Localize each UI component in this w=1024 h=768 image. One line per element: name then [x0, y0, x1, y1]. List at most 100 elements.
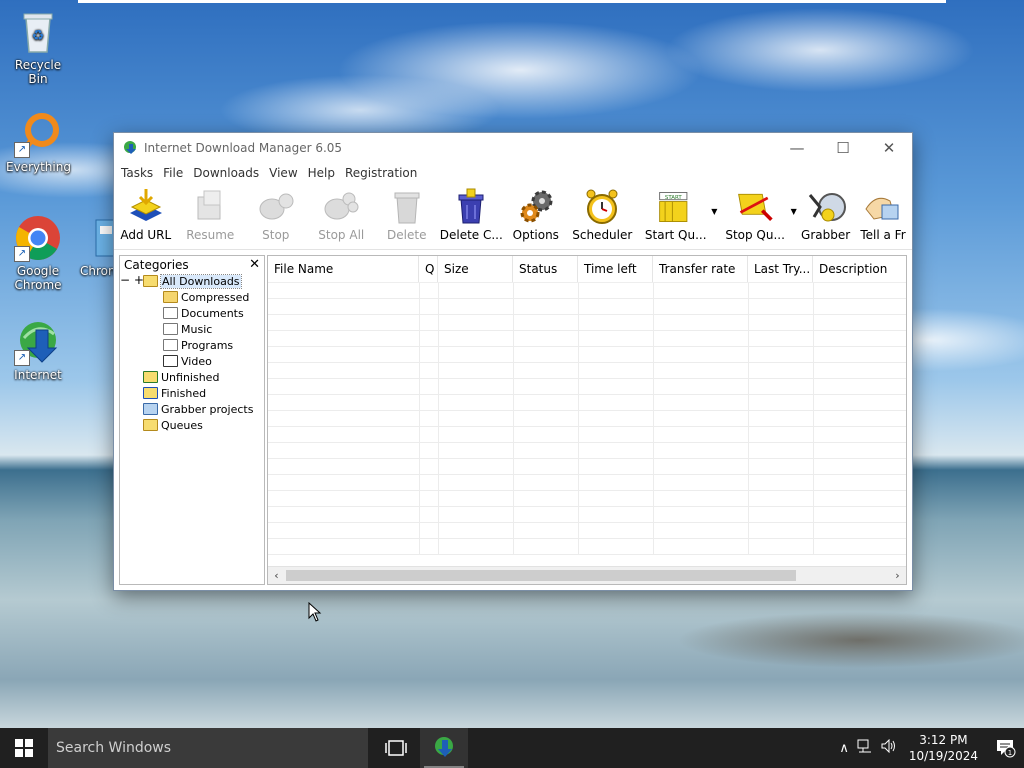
notification-icon: 1: [997, 740, 1016, 758]
menu-help[interactable]: Help: [303, 166, 340, 180]
video-folder-icon: [163, 355, 178, 367]
options-button[interactable]: Options: [503, 183, 569, 245]
tree-item-queues[interactable]: Queues: [143, 417, 203, 433]
taskbar-app-idm[interactable]: [420, 728, 468, 768]
delete-completed-button[interactable]: Delete C...: [440, 183, 504, 245]
tree-item-compressed[interactable]: Compressed: [163, 289, 249, 305]
scheduler-button[interactable]: Scheduler: [569, 183, 636, 245]
resume-button[interactable]: Resume: [178, 183, 244, 245]
idm-icon: [435, 737, 453, 757]
menu-downloads[interactable]: Downloads: [188, 166, 264, 180]
download-list[interactable]: File Name Q Size Status Time left Transf…: [267, 255, 907, 585]
toolbar: Add URL Resume Stop Stop All Delete Dele…: [114, 183, 912, 250]
add-url-button[interactable]: Add URL: [114, 183, 178, 245]
idm-icon: ↗: [14, 318, 62, 366]
start-button[interactable]: [0, 728, 48, 768]
scroll-right-arrow-icon[interactable]: ›: [889, 567, 906, 584]
chrome-icon: ↗: [14, 214, 62, 262]
menu-tasks[interactable]: Tasks: [116, 166, 158, 180]
horizontal-scrollbar[interactable]: ‹ ›: [268, 566, 906, 584]
tree-item-music[interactable]: Music: [163, 321, 212, 337]
column-time-left[interactable]: Time left: [578, 256, 653, 282]
menu-registration[interactable]: Registration: [340, 166, 422, 180]
tree-item-finished[interactable]: Finished: [143, 385, 206, 401]
delete-button[interactable]: Delete: [374, 183, 440, 245]
compressed-folder-icon: [163, 291, 178, 303]
network-icon[interactable]: [857, 739, 873, 757]
add-url-icon: [126, 187, 166, 227]
desktop-icon-label: Google Chrome: [14, 264, 62, 292]
toolbar-label: Grabber: [801, 228, 851, 242]
task-view-button[interactable]: [372, 728, 420, 768]
desktop-icon-everything[interactable]: ↗ Everything: [6, 110, 71, 174]
window-title: Internet Download Manager 6.05: [144, 141, 343, 155]
column-transfer-rate[interactable]: Transfer rate: [653, 256, 748, 282]
shortcut-arrow-icon: ↗: [14, 142, 30, 158]
delete-completed-icon: [451, 187, 491, 227]
toolbar-label: Resume: [186, 228, 235, 242]
idm-main-window: Internet Download Manager 6.05 — ☐ ✕ Tas…: [113, 132, 913, 591]
tree-item-grabber-projects[interactable]: Grabber projects: [143, 401, 253, 417]
music-folder-icon: [163, 323, 178, 335]
volume-icon[interactable]: [881, 738, 897, 757]
collapse-icon[interactable]: −: [120, 273, 130, 287]
start-queue-icon: START: [656, 187, 696, 227]
close-categories-button[interactable]: ✕: [249, 257, 260, 272]
scrollbar-thumb[interactable]: [286, 570, 796, 581]
tell-a-friend-button[interactable]: Tell a Fr: [856, 183, 912, 245]
scroll-left-arrow-icon[interactable]: ‹: [268, 567, 285, 584]
folder-open-icon: [143, 275, 158, 287]
taskbar: Search Windows ∧ 3:12 PM 10/19/2024 1: [0, 728, 1024, 768]
resume-icon: [190, 187, 230, 227]
taskbar-search-box[interactable]: Search Windows: [48, 728, 368, 768]
close-button[interactable]: ✕: [866, 133, 912, 163]
menu-bar: Tasks File Downloads View Help Registrat…: [114, 163, 912, 183]
stop-all-icon: [321, 187, 361, 227]
queues-folder-icon: [143, 419, 158, 431]
maximize-button[interactable]: ☐: [820, 133, 866, 163]
minimize-button[interactable]: —: [774, 133, 820, 163]
stop-button[interactable]: Stop: [243, 183, 309, 245]
list-rows-area: [268, 283, 906, 555]
top-window-edge: [78, 0, 946, 3]
stop-queue-button[interactable]: Stop Qu... ▼: [715, 183, 797, 245]
start-queue-button[interactable]: START Start Qu... ▼: [636, 183, 717, 245]
menu-file[interactable]: File: [158, 166, 188, 180]
categories-header: Categories ✕: [120, 256, 264, 273]
finished-folder-icon: [143, 387, 158, 399]
title-bar[interactable]: Internet Download Manager 6.05 — ☐ ✕: [114, 133, 912, 163]
categories-title: Categories: [124, 257, 189, 272]
tree-item-video[interactable]: Video: [163, 353, 212, 369]
toolbar-label: Stop Qu...: [725, 228, 785, 242]
toolbar-label: Delete C...: [439, 228, 503, 242]
chevron-up-icon[interactable]: ∧: [839, 741, 849, 756]
tree-item-programs[interactable]: Programs: [163, 337, 233, 353]
desktop-icon-chron[interactable]: Chron: [72, 214, 116, 278]
tree-item-unfinished[interactable]: Unfinished: [143, 369, 219, 385]
action-center-button[interactable]: 1: [988, 728, 1024, 768]
column-last-try[interactable]: Last Try...: [748, 256, 813, 282]
desktop-icon-internet[interactable]: ↗ Internet: [6, 318, 70, 382]
svg-text:♻: ♻: [32, 28, 45, 44]
column-status[interactable]: Status: [513, 256, 578, 282]
grabber-button[interactable]: Grabber: [795, 183, 857, 245]
menu-view[interactable]: View: [264, 166, 302, 180]
categories-panel: Categories ✕ − All Downloads Compressed …: [119, 255, 265, 585]
stop-queue-icon: [735, 187, 775, 227]
desktop-icon-label: Internet: [14, 368, 62, 382]
column-queue[interactable]: Q: [419, 256, 438, 282]
clock[interactable]: 3:12 PM 10/19/2024: [909, 732, 978, 764]
tree-item-documents[interactable]: Documents: [163, 305, 244, 321]
column-size[interactable]: Size: [438, 256, 513, 282]
tree-item-all-downloads[interactable]: All Downloads: [143, 273, 242, 289]
everything-icon: ↗: [14, 110, 62, 158]
desktop-icon-google-chrome[interactable]: ↗ Google Chrome: [6, 214, 70, 292]
toolbar-label: Stop: [262, 228, 290, 242]
toolbar-label: Delete: [387, 228, 427, 242]
clock-date: 10/19/2024: [908, 749, 978, 763]
grabber-icon: [806, 187, 846, 227]
stop-all-button[interactable]: Stop All: [309, 183, 375, 245]
column-description[interactable]: Description: [813, 256, 903, 282]
desktop-icon-recycle-bin[interactable]: ♻ Recycle Bin: [6, 8, 70, 86]
column-file-name[interactable]: File Name: [268, 256, 419, 282]
